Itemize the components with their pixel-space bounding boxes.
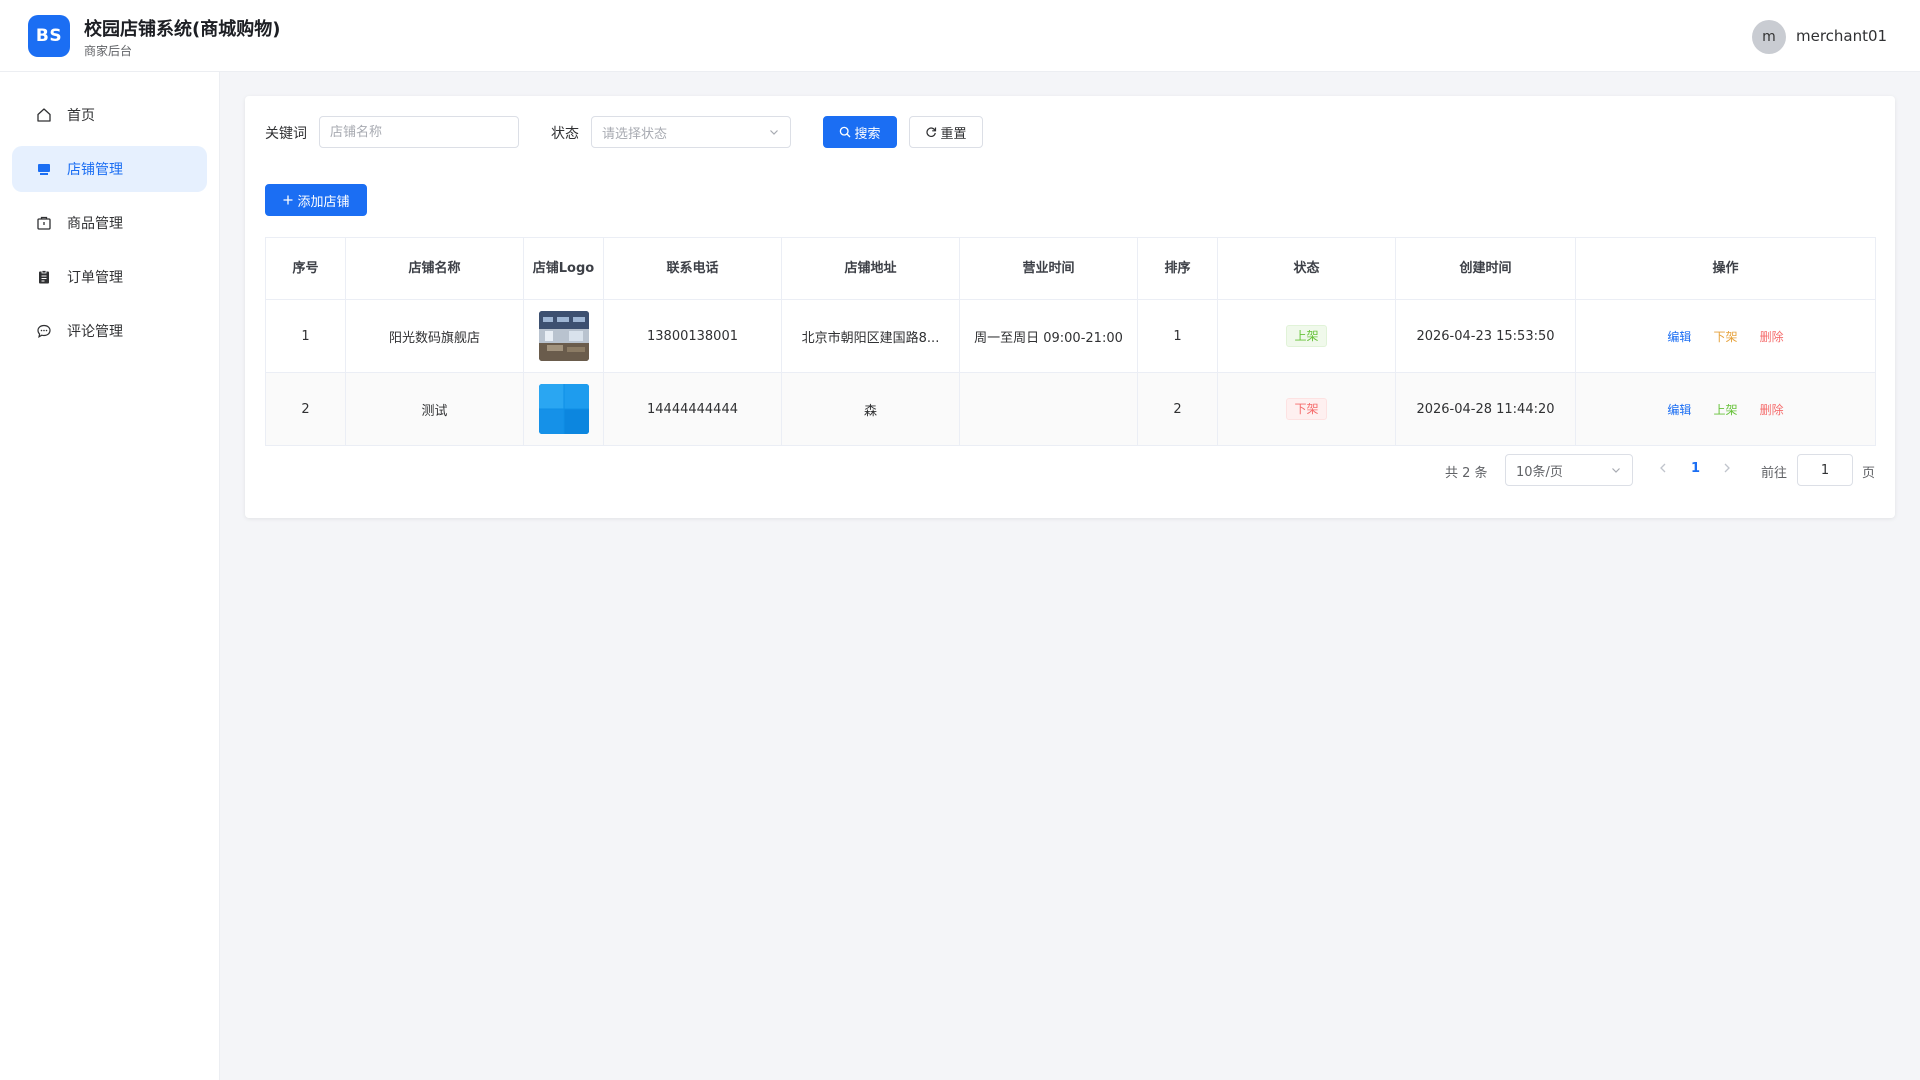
column-header: 状态	[1217, 237, 1396, 300]
pagination-total: 共 2 条	[1445, 466, 1488, 481]
user-avatar[interactable]: m	[1752, 20, 1786, 54]
top-header: BS 校园店铺系统(商城购物) 商家后台 m merchant01	[0, 0, 1920, 72]
sidebar: 首页 店铺管理 商品管理 订单管理 评论管理	[0, 72, 220, 1080]
app-title: 校园店铺系统(商城购物)	[84, 19, 281, 40]
comment-icon	[35, 322, 53, 340]
publish-button[interactable]: 上架	[1713, 403, 1737, 417]
edit-button[interactable]: 编辑	[1667, 403, 1691, 417]
search-icon	[839, 126, 851, 138]
cell-status: 下架	[1217, 372, 1396, 446]
table-row: 2 测试 14444444444 森 2 下架 2026-04-28 11:44…	[265, 372, 1876, 446]
cell-status: 上架	[1217, 299, 1396, 373]
status-select-placeholder: 请选择状态	[602, 126, 668, 142]
cell-index: 1	[265, 299, 346, 373]
page-number-current[interactable]: 1	[1691, 461, 1700, 476]
sidebar-item-home[interactable]: 首页	[12, 92, 207, 138]
column-header: 营业时间	[959, 237, 1138, 300]
home-icon	[35, 106, 53, 124]
cell-created: 2026-04-28 11:44:20	[1395, 372, 1576, 446]
status-badge: 上架	[1286, 325, 1327, 347]
plus-icon	[282, 194, 294, 206]
page-size-value: 10条/页	[1516, 464, 1563, 480]
cell-created: 2026-04-23 15:53:50	[1395, 299, 1576, 373]
refresh-icon	[925, 126, 937, 138]
add-shop-button-label: 添加店铺	[297, 194, 350, 210]
sidebar-item-label: 首页	[67, 108, 95, 124]
delete-button[interactable]: 删除	[1760, 403, 1784, 417]
app-subtitle: 商家后台	[84, 44, 133, 58]
edit-button[interactable]: 编辑	[1667, 330, 1691, 344]
cell-shop-name: 测试	[345, 372, 524, 446]
sidebar-item-label: 商品管理	[67, 216, 123, 232]
status-label: 状态	[551, 126, 579, 142]
table-row: 1 阳光数码旗舰店 13800138001 北京市朝阳区建国路8... 周一至周…	[265, 299, 1876, 373]
column-header: 联系电话	[603, 237, 782, 300]
shop-icon	[35, 160, 53, 178]
goods-icon	[35, 214, 53, 232]
search-button[interactable]: 搜索	[823, 116, 897, 148]
cell-hours	[959, 372, 1138, 446]
cell-actions: 编辑 上架 删除	[1575, 372, 1876, 446]
sidebar-item-goods[interactable]: 商品管理	[12, 200, 207, 246]
status-select[interactable]: 请选择状态	[591, 116, 791, 148]
shop-logo-image[interactable]	[538, 311, 589, 361]
reset-button-label: 重置	[940, 126, 967, 142]
cell-actions: 编辑 下架 删除	[1575, 299, 1876, 373]
chevron-down-icon	[1610, 461, 1622, 480]
delete-button[interactable]: 删除	[1760, 330, 1784, 344]
reset-button[interactable]: 重置	[909, 116, 983, 148]
username[interactable]: merchant01	[1796, 27, 1887, 45]
sidebar-item-orders[interactable]: 订单管理	[12, 254, 207, 300]
column-header: 序号	[265, 237, 346, 300]
shop-logo-image[interactable]	[538, 384, 589, 434]
column-header: 店铺地址	[781, 237, 960, 300]
cell-hours: 周一至周日 09:00-21:00	[959, 299, 1138, 373]
cell-logo	[523, 372, 604, 446]
cell-logo	[523, 299, 604, 373]
sidebar-item-label: 订单管理	[67, 270, 123, 286]
sidebar-item-shops[interactable]: 店铺管理	[12, 146, 207, 192]
column-header: 创建时间	[1395, 237, 1576, 300]
chevron-down-icon	[768, 123, 780, 142]
next-page-icon[interactable]	[1722, 462, 1732, 478]
column-header: 店铺Logo	[523, 237, 604, 300]
status-badge: 下架	[1286, 398, 1327, 420]
shop-table: 序号 店铺名称 店铺Logo 联系电话 店铺地址 营业时间 排序 状态 创建时间…	[265, 237, 1876, 446]
cell-address: 森	[781, 372, 960, 446]
cell-phone: 13800138001	[603, 299, 782, 373]
goto-label: 前往	[1761, 466, 1788, 481]
page-size-select[interactable]: 10条/页	[1505, 454, 1633, 486]
sidebar-item-label: 评论管理	[67, 324, 123, 340]
cell-address: 北京市朝阳区建国路8...	[781, 299, 960, 373]
cell-index: 2	[265, 372, 346, 446]
cell-sort: 1	[1137, 299, 1218, 373]
cell-shop-name: 阳光数码旗舰店	[345, 299, 524, 373]
page-suffix: 页	[1862, 466, 1876, 481]
shop-list-card: 关键词 状态 请选择状态 搜索 重置 添加店铺 序号 店	[245, 96, 1895, 518]
keyword-input[interactable]	[319, 116, 519, 148]
sidebar-item-comments[interactable]: 评论管理	[12, 308, 207, 354]
goto-page-input[interactable]	[1797, 454, 1853, 486]
unpublish-button[interactable]: 下架	[1713, 330, 1737, 344]
sidebar-item-label: 店铺管理	[67, 162, 123, 178]
app-logo[interactable]: BS	[28, 15, 70, 57]
column-header: 排序	[1137, 237, 1218, 300]
add-shop-button[interactable]: 添加店铺	[265, 184, 367, 216]
table-header-row: 序号 店铺名称 店铺Logo 联系电话 店铺地址 营业时间 排序 状态 创建时间…	[265, 237, 1876, 300]
prev-page-icon[interactable]	[1658, 462, 1668, 478]
column-header: 店铺名称	[345, 237, 524, 300]
column-header: 操作	[1575, 237, 1876, 300]
cell-phone: 14444444444	[603, 372, 782, 446]
cell-sort: 2	[1137, 372, 1218, 446]
order-icon	[35, 268, 53, 286]
keyword-label: 关键词	[265, 126, 307, 142]
search-button-label: 搜索	[854, 126, 881, 142]
